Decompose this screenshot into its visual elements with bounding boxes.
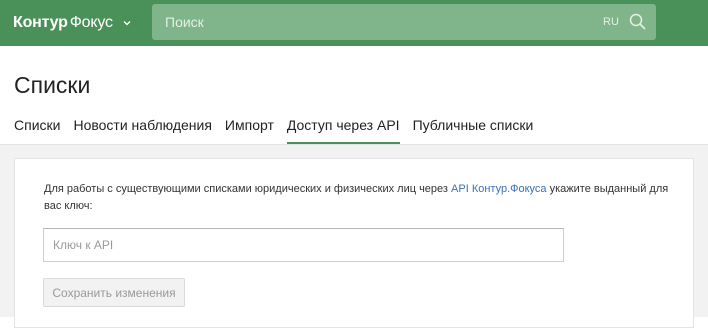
- search-icon[interactable]: [629, 13, 646, 30]
- logo-menu[interactable]: Контур Фокус: [13, 13, 132, 33]
- api-key-input[interactable]: [43, 228, 564, 262]
- api-settings-card: Для работы с существующими списками юрид…: [14, 158, 694, 328]
- tab-public-lists[interactable]: Публичные списки: [413, 116, 534, 144]
- tab-lists[interactable]: Списки: [14, 116, 60, 144]
- api-docs-link[interactable]: API Контур.Фокуса: [451, 183, 547, 195]
- tab-import[interactable]: Импорт: [225, 116, 274, 144]
- search-bar: RU: [152, 4, 656, 40]
- logo-text-kontur: Контур: [13, 14, 68, 31]
- logo-text-fokus: Фокус: [69, 14, 113, 31]
- api-description-text-1: Для работы с существующими списками юрид…: [44, 183, 452, 195]
- top-header: Контур Фокус RU: [0, 0, 708, 46]
- page-title: Списки: [14, 72, 91, 98]
- search-input[interactable]: [152, 4, 592, 40]
- tab-bar: Списки Новости наблюдения Импорт Доступ …: [14, 116, 533, 144]
- chevron-down-icon: [123, 21, 131, 26]
- save-changes-button[interactable]: Сохранить изменения: [43, 278, 185, 307]
- language-switch[interactable]: RU: [603, 16, 619, 28]
- tab-monitoring-news[interactable]: Новости наблюдения: [73, 116, 211, 144]
- api-description: Для работы с существующими списками юрид…: [44, 181, 679, 215]
- tab-api-access[interactable]: Доступ через API: [286, 116, 400, 144]
